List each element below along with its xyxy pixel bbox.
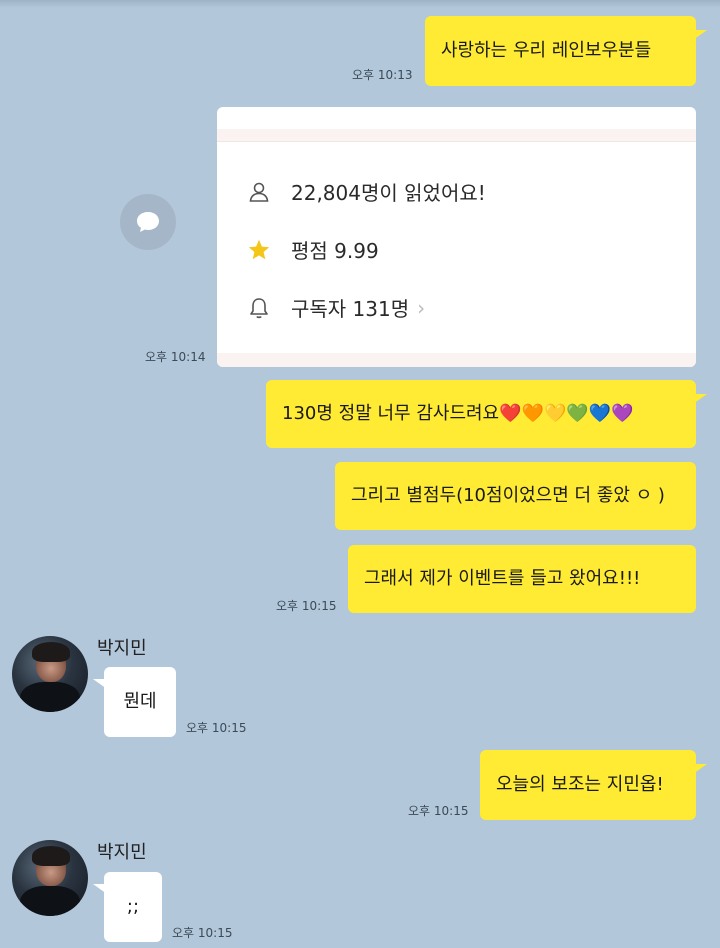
message-time: 오후 10:15 — [186, 721, 247, 735]
card-footer-band — [217, 353, 696, 367]
incoming-message[interactable]: 뭔데 — [93, 667, 176, 737]
message-time: 오후 10:15 — [408, 804, 469, 818]
subscribers-count: 구독자 131명 — [291, 297, 410, 321]
message-text: 그래서 제가 이벤트를 들고 왔어요!!! — [364, 568, 641, 589]
message-text: 그리고 별점두(10점이었으면 더 좋았 ㅇ ) — [351, 485, 665, 506]
readers-row: 22,804명이 읽었어요! — [247, 177, 486, 206]
person-icon — [249, 182, 269, 202]
avatar-body — [20, 682, 80, 712]
message-text: 130명 정말 너무 감사드려요❤️🧡💛💚💙💜 — [282, 403, 634, 424]
avatar[interactable] — [12, 636, 88, 712]
message-time: 오후 10:13 — [352, 68, 413, 82]
avatar-hair — [32, 846, 70, 866]
share-button[interactable] — [120, 194, 176, 250]
outgoing-message[interactable]: 오늘의 보조는 지민옵! — [480, 750, 707, 820]
sender-name: 박지민 — [97, 842, 147, 863]
message-text: ;; — [126, 896, 140, 917]
rating-row: 평점 9.99 — [247, 235, 379, 264]
rating-value: 평점 9.99 — [291, 239, 379, 263]
avatar[interactable] — [12, 840, 88, 916]
subscribers-row[interactable]: 구독자 131명 › — [247, 293, 425, 322]
outgoing-message[interactable]: 그래서 제가 이벤트를 들고 왔어요!!! — [348, 545, 696, 613]
message-time: 오후 10:15 — [172, 926, 233, 940]
avatar-hair — [32, 642, 70, 662]
incoming-message[interactable]: ;; — [93, 872, 162, 942]
outgoing-message[interactable]: 그리고 별점두(10점이었으면 더 좋았 ㅇ ) — [335, 462, 696, 530]
message-text: 오늘의 보조는 지민옵! — [496, 774, 664, 795]
sender-name: 박지민 — [97, 638, 147, 659]
bell-icon — [250, 297, 268, 318]
message-time: 오후 10:15 — [276, 599, 337, 613]
avatar-body — [20, 886, 80, 916]
readers-count: 22,804명이 읽었어요! — [291, 181, 486, 205]
divider — [217, 141, 696, 142]
message-time: 오후 10:14 — [145, 350, 206, 364]
story-stats-card[interactable]: 22,804명이 읽었어요! 평점 9.99 구독자 131명 › — [217, 107, 696, 367]
speech-bubble-icon — [137, 212, 159, 232]
message-text: 사랑하는 우리 레인보우분들 — [441, 40, 652, 61]
chevron-right-icon[interactable]: › — [417, 296, 425, 320]
message-text: 뭔데 — [123, 691, 157, 712]
outgoing-message[interactable]: 사랑하는 우리 레인보우분들 — [425, 16, 707, 86]
top-bar — [0, 0, 720, 8]
card-header-band — [217, 129, 696, 141]
outgoing-message[interactable]: 130명 정말 너무 감사드려요❤️🧡💛💚💙💜 — [266, 380, 707, 448]
star-icon — [248, 239, 270, 259]
